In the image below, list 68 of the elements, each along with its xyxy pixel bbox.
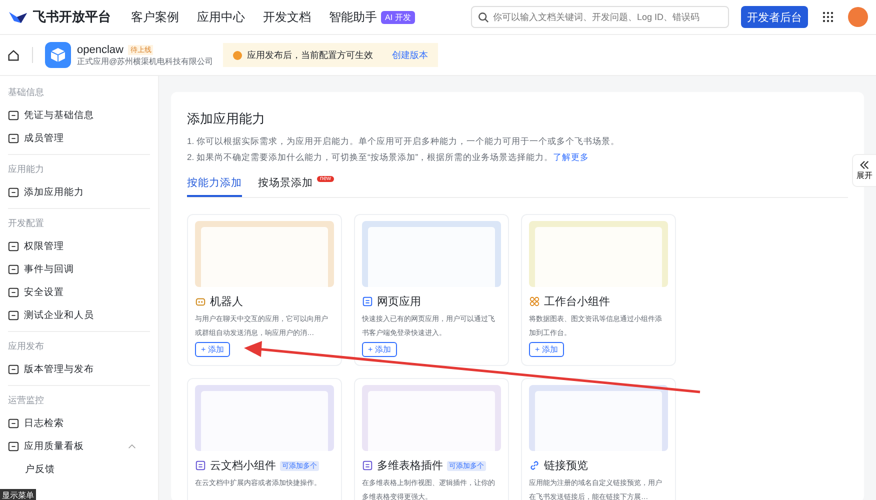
double-chevron-icon — [859, 160, 870, 170]
instruction-text: 1. 你可以根据实际需求，为应用开启能力。单个应用可开启多种能力，一个能力可用于一个或多个飞书场景。 — [187, 136, 620, 148]
sidebar-item[interactable]: 测试企业和人员 — [8, 304, 150, 327]
menu-item-icon — [8, 441, 19, 452]
sidebar-item[interactable]: 凭证与基础信息 — [8, 104, 150, 127]
platform-logo-text: 飞书开放平台 — [33, 8, 111, 26]
notice-text: 应用发布后，当前配置方可生效 — [247, 48, 374, 62]
search-icon — [478, 12, 489, 22]
sidebar-item[interactable]: 事件与回调 — [8, 258, 150, 281]
sidebar-section-title: 运营监控 — [8, 394, 45, 407]
app-name: openclaw — [77, 44, 124, 56]
learn-more-link[interactable]: 了解更多 — [553, 152, 590, 162]
app-cube-icon — [45, 42, 71, 68]
instruction-text: 2. 如果尚不确定需要添加什么能力，可切换至“按场景添加”，根据所需的业务场景选择能力。了解更多 — [187, 152, 590, 164]
capability-title: 机器人 — [210, 295, 243, 309]
capability-title: 链接预览 — [544, 458, 588, 473]
sidebar-item[interactable]: 日志检索 — [8, 412, 150, 435]
menu-item-icon — [8, 310, 19, 321]
menu-item-icon — [8, 241, 19, 252]
capability-icon — [362, 296, 373, 307]
app-subtitle: 正式应用@苏州横渠机电科技有限公司 — [77, 56, 214, 66]
chevron-icon[interactable] — [128, 444, 136, 449]
capability-title: 云文档小组件 — [210, 458, 276, 473]
tab[interactable]: 按能力添加 — [187, 176, 242, 197]
sidebar-item[interactable]: 权限管理 — [8, 235, 150, 258]
capability-icon — [529, 460, 540, 471]
menu-item-icon — [8, 264, 19, 275]
sidebar-subitem[interactable]: 户反馈 — [8, 458, 150, 481]
add-button[interactable]: + 添加 — [529, 342, 564, 357]
capability-icon — [195, 460, 206, 471]
menu-item-icon — [8, 364, 19, 375]
capability-icon — [362, 460, 373, 471]
capability-title: 网页应用 — [377, 294, 421, 309]
sidebar-item[interactable]: 添加应用能力 — [8, 181, 150, 204]
sidebar-section-title: 应用能力 — [8, 163, 45, 176]
nav-link[interactable]: 应用中心 — [197, 8, 245, 26]
user-avatar[interactable] — [848, 7, 868, 27]
sidebar-item[interactable]: 版本管理与发布 — [8, 358, 150, 381]
sidebar-item[interactable]: 安全设置 — [8, 281, 150, 304]
capability-icon — [195, 296, 206, 307]
sidebar-section-title: 开发配置 — [8, 217, 45, 230]
menu-item-icon — [8, 133, 19, 144]
logo-icon — [8, 9, 28, 25]
show-menu-tooltip: 显示菜单 — [0, 489, 36, 500]
nav-link[interactable]: 开发文档 — [263, 8, 311, 26]
nav-link[interactable]: 客户案例 — [131, 8, 179, 26]
developer-console-button[interactable]: 开发者后台 — [741, 6, 808, 28]
menu-item-icon — [8, 287, 19, 298]
capability-title: 工作台小组件 — [544, 295, 610, 309]
capability-icon — [529, 296, 540, 307]
apps-grid-icon[interactable] — [822, 11, 834, 23]
expand-button[interactable]: 展开 — [852, 154, 876, 187]
add-button[interactable]: + 添加 — [195, 342, 230, 357]
panel-title: 添加应用能力 — [187, 110, 266, 128]
search-field[interactable]: 你可以输入文档关键词、开发问题、Log ID、错误码 — [471, 6, 729, 28]
home-icon[interactable] — [7, 48, 20, 62]
capability-title: 多维表格插件 — [377, 458, 443, 473]
menu-item-icon — [8, 418, 19, 429]
ai-badge: AI 开发 — [381, 10, 415, 24]
sidebar-section-title: 应用发布 — [8, 340, 45, 353]
menu-item-icon — [8, 110, 19, 121]
sidebar-item[interactable]: 应用质量看板 — [8, 435, 150, 458]
add-button[interactable]: + 添加 — [362, 342, 397, 357]
sidebar-item[interactable]: 成员管理 — [8, 127, 150, 150]
create-version-link[interactable]: 创建版本 — [392, 48, 428, 62]
nav-link[interactable]: 智能助手 — [329, 8, 377, 26]
sidebar-section-title: 基础信息 — [8, 86, 45, 99]
menu-item-icon — [8, 187, 19, 198]
